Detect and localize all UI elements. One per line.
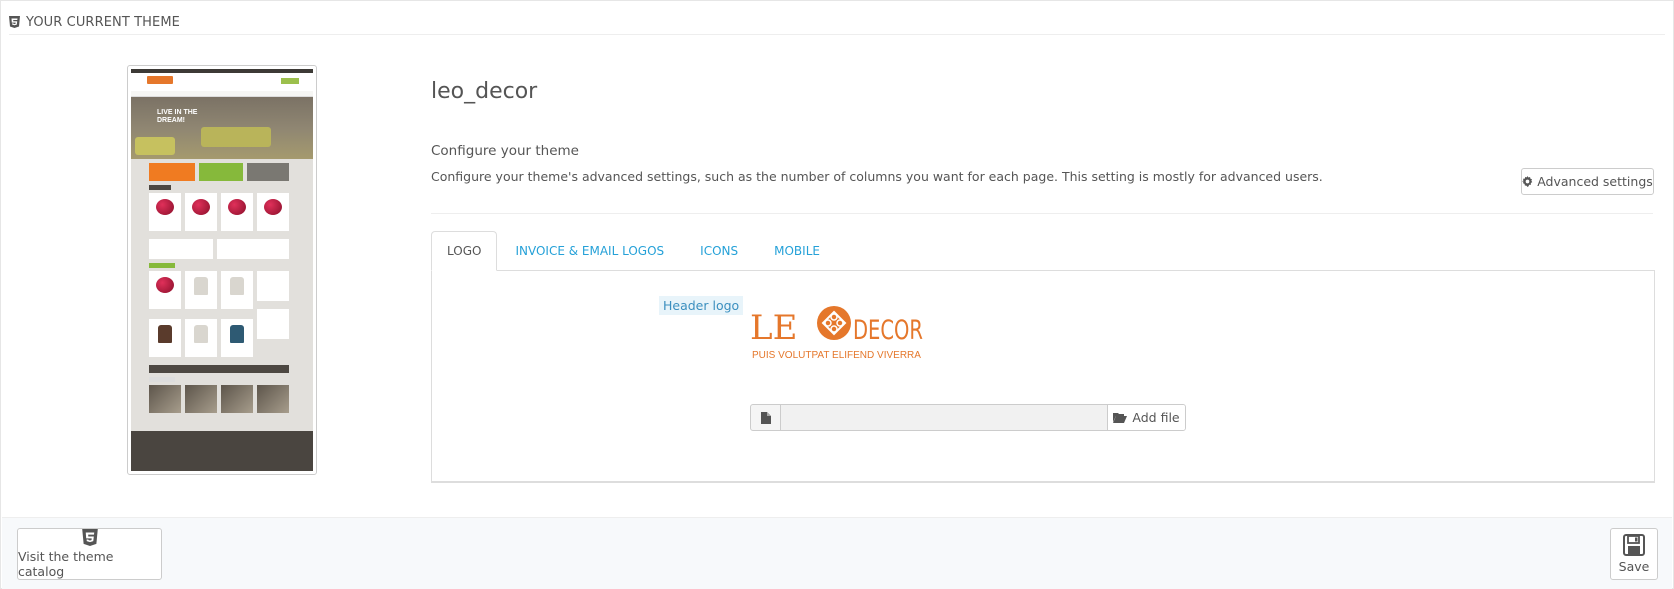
theme-screenshot: LIVE IN THE DREAM! bbox=[131, 69, 313, 471]
folder-open-icon bbox=[1113, 413, 1128, 423]
svg-text:LE: LE bbox=[750, 308, 797, 348]
panel-heading: YOUR CURRENT THEME bbox=[9, 9, 180, 35]
save-label: Save bbox=[1618, 559, 1650, 574]
add-file-button[interactable]: Add file bbox=[1107, 405, 1185, 430]
visit-theme-catalog-button[interactable]: Visit the theme catalog bbox=[17, 528, 162, 580]
header-logo-label: Header logo bbox=[659, 296, 744, 315]
save-button[interactable]: Save bbox=[1610, 528, 1658, 580]
tab-icons[interactable]: ICONS bbox=[682, 231, 756, 271]
svg-text:DECOR: DECOR bbox=[853, 315, 923, 346]
section-divider bbox=[431, 213, 1653, 214]
svg-text:PUIS VOLUTPAT ELIFEND VIVERRA: PUIS VOLUTPAT ELIFEND VIVERRA bbox=[752, 350, 921, 361]
configure-description: Configure your theme's advanced settings… bbox=[431, 169, 1323, 184]
logo-tab-panel bbox=[431, 270, 1655, 483]
advanced-settings-button[interactable]: Advanced settings bbox=[1521, 168, 1654, 195]
current-theme-panel: YOUR CURRENT THEME LIVE IN THE DREAM! le… bbox=[0, 0, 1674, 589]
configure-title: Configure your theme bbox=[431, 143, 579, 159]
gear-icon bbox=[1522, 176, 1533, 187]
visit-theme-catalog-label: Visit the theme catalog bbox=[18, 549, 114, 579]
tab-mobile[interactable]: MOBILE bbox=[756, 231, 838, 271]
tab-invoice-email-logos[interactable]: INVOICE & EMAIL LOGOS bbox=[497, 231, 682, 271]
html5-icon bbox=[81, 529, 98, 546]
floppy-disk-icon bbox=[1623, 534, 1645, 556]
advanced-settings-label: Advanced settings bbox=[1537, 174, 1653, 189]
panel-title: YOUR CURRENT THEME bbox=[26, 14, 180, 30]
logo-tabs: LOGO INVOICE & EMAIL LOGOS ICONS MOBILE bbox=[431, 231, 838, 271]
panel-footer bbox=[2, 517, 1672, 589]
tab-logo[interactable]: LOGO bbox=[431, 231, 498, 271]
add-file-label: Add file bbox=[1132, 410, 1180, 425]
file-icon bbox=[751, 405, 781, 430]
header-logo-file-upload: Add file bbox=[750, 404, 1186, 431]
theme-preview-image: LIVE IN THE DREAM! bbox=[127, 65, 317, 475]
html5-icon bbox=[9, 16, 20, 28]
heading-divider bbox=[9, 34, 1665, 35]
header-logo-image: LE DECOR PUIS VOLUTPAT ELIFEND VIVERRA bbox=[750, 306, 923, 361]
file-name-input[interactable] bbox=[781, 405, 1107, 430]
theme-name: leo_decor bbox=[431, 79, 538, 104]
